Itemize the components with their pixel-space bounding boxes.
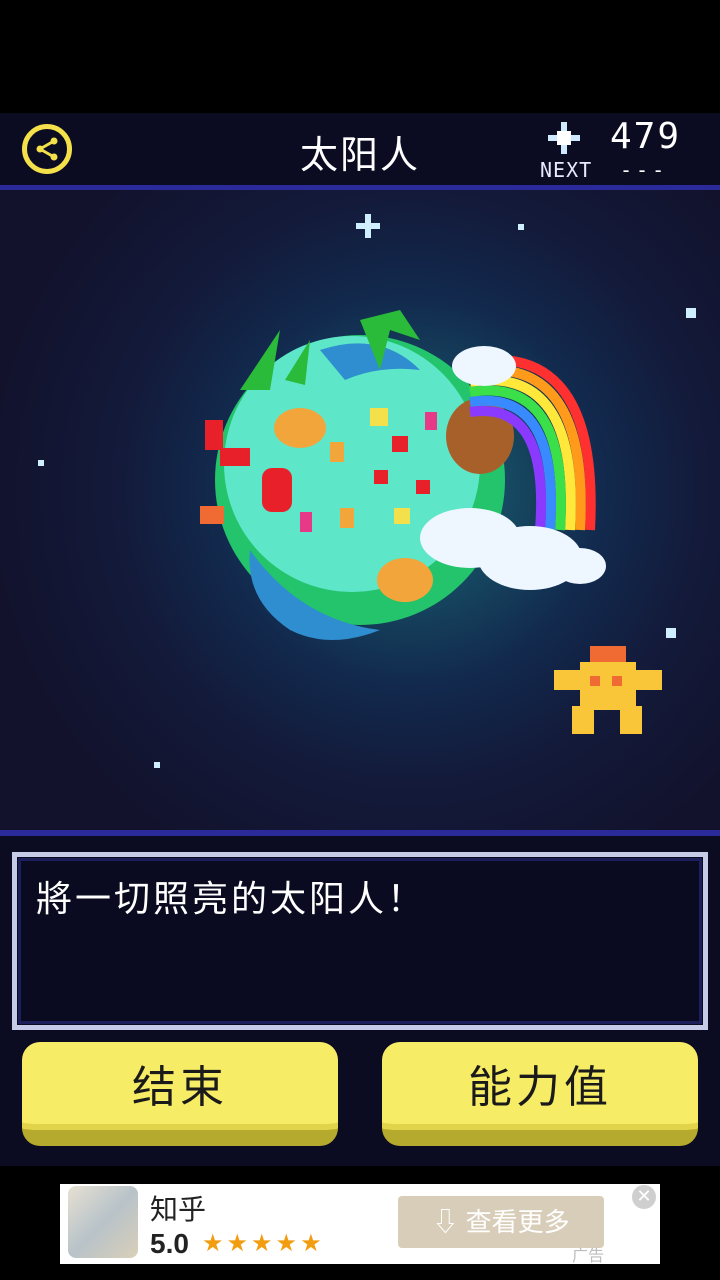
scene-art — [38, 214, 696, 768]
ad-close-icon[interactable]: ✕ — [632, 1185, 656, 1209]
ad-stars: ★★★★★ — [202, 1229, 325, 1257]
ad-view-more-button[interactable]: ⇩ 查看更多 — [398, 1196, 604, 1248]
score-sub: --- — [620, 158, 669, 182]
ad-thumbnail[interactable] — [68, 1186, 138, 1258]
ad-app-name: 知乎 — [150, 1194, 207, 1225]
score-count: 479 — [610, 116, 682, 157]
star-icon — [548, 122, 580, 154]
sun-man-character — [554, 646, 662, 734]
ad-rating: 5.0 — [150, 1228, 189, 1259]
message-text: 將一切照亮的太阳人！ — [36, 879, 427, 920]
ability-button[interactable]: 能力值 — [382, 1042, 698, 1146]
planet-scene — [0, 190, 720, 830]
next-label: NEXT — [540, 158, 593, 182]
end-button[interactable]: 结束 — [22, 1042, 338, 1146]
ad-tag: 广告 — [572, 1248, 605, 1265]
status-area — [0, 0, 720, 113]
